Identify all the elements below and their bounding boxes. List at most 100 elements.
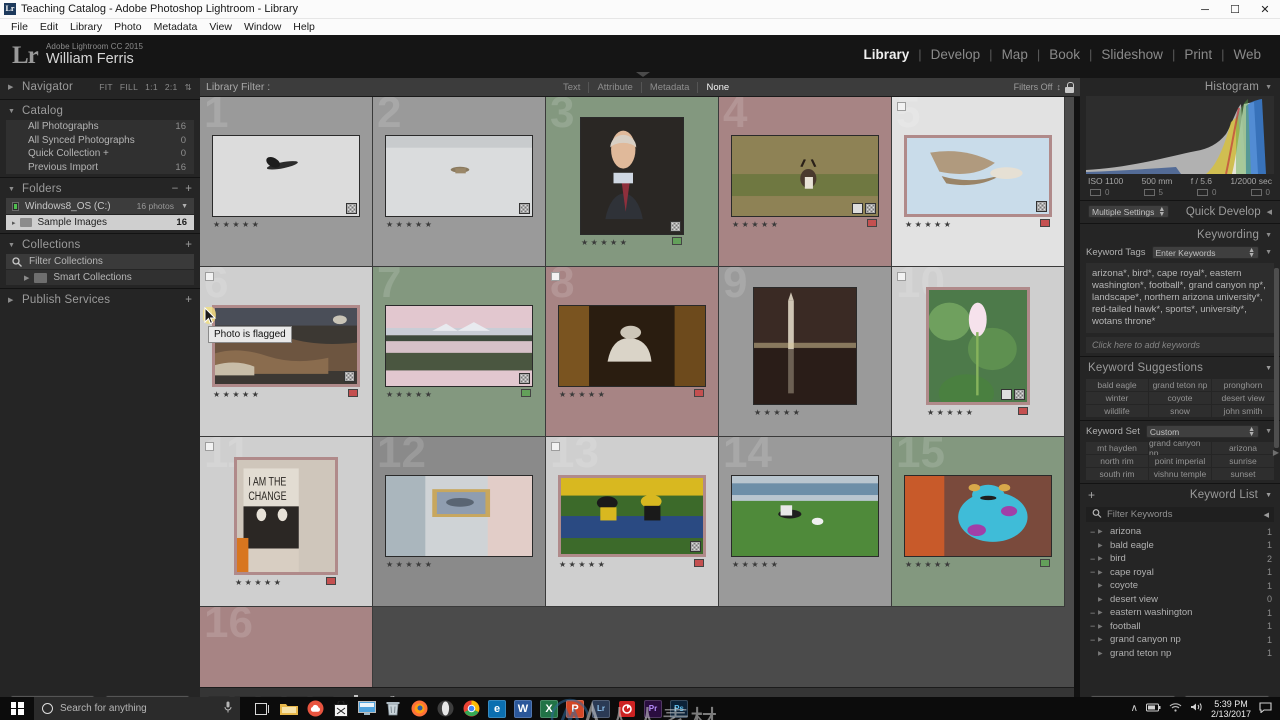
- chevron-down-icon[interactable]: ▼: [1265, 428, 1274, 435]
- keyword-list-row[interactable]: ▶ grand teton np 1: [1080, 647, 1280, 661]
- keyword-collapse-icon[interactable]: −: [1090, 527, 1098, 537]
- stepper-icon[interactable]: ▲ ▼: [1248, 426, 1255, 438]
- folders-header[interactable]: ▼ Folders − +: [0, 180, 200, 198]
- photo-thumbnail[interactable]: [212, 304, 360, 387]
- keyword-list-row[interactable]: − ▶ arizona 1: [1080, 525, 1280, 539]
- thumbnail-wrapper[interactable]: ★★★★★: [385, 474, 533, 569]
- chevron-left-icon[interactable]: ◀: [1267, 208, 1272, 216]
- flag-icon[interactable]: [205, 272, 214, 281]
- catalog-row-quick-collection-[interactable]: Quick Collection + 0: [6, 147, 194, 161]
- grid-cell[interactable]: 6 ★★★★★: [200, 267, 373, 437]
- chevron-right-icon[interactable]: ▸: [12, 219, 16, 227]
- start-button[interactable]: [0, 697, 34, 720]
- chevron-down-icon[interactable]: ▼: [1265, 232, 1272, 239]
- folder-volume-row[interactable]: Windows8_OS (C:) 16 photos ▼: [6, 198, 194, 214]
- star-rating[interactable]: ★★★★★: [385, 560, 533, 569]
- collections-header[interactable]: ▼ Collections +: [0, 236, 200, 254]
- show-hidden-icons-chevron-icon[interactable]: ∧: [1131, 703, 1138, 714]
- star-rating[interactable]: ★★★★★: [731, 560, 879, 569]
- photo-thumbnail[interactable]: [904, 474, 1052, 557]
- photo-thumbnail[interactable]: [904, 134, 1052, 217]
- menu-item-photo[interactable]: Photo: [108, 21, 147, 33]
- navigator-zoom-fit[interactable]: FIT: [99, 82, 113, 92]
- crop-badge-icon[interactable]: [670, 220, 681, 232]
- filter-tab-metadata[interactable]: Metadata: [642, 81, 699, 93]
- taskbar-icon-lightroom[interactable]: Lr: [592, 699, 610, 718]
- taskbar-icon-word[interactable]: W: [514, 699, 532, 718]
- histogram-header[interactable]: Histogram ▼: [1080, 78, 1280, 96]
- keyword-filter-arrow-icon[interactable]: ▶: [1098, 582, 1107, 589]
- keyword-set-item[interactable]: sunset: [1212, 468, 1274, 480]
- microphone-icon[interactable]: [224, 701, 232, 716]
- taskbar-search-input[interactable]: Search for anything: [34, 697, 240, 720]
- taskbar-icon-cloud-app[interactable]: [306, 700, 324, 718]
- keyword-add-field[interactable]: Click here to add keywords: [1086, 337, 1274, 353]
- taskbar-icon-chrome[interactable]: [462, 700, 480, 718]
- taskbar-icon-photoshop[interactable]: Ps: [670, 699, 688, 718]
- keyword-list-row[interactable]: − ▶ football 1: [1080, 620, 1280, 634]
- catalog-header[interactable]: ▼ Catalog: [0, 102, 200, 120]
- preset-dropdown[interactable]: Multiple Settings ▲ ▼: [1088, 205, 1170, 218]
- module-library[interactable]: Library: [854, 47, 918, 62]
- grid-cell[interactable]: 14 ★★★★★: [719, 437, 892, 607]
- star-rating[interactable]: ★★★★★: [580, 238, 684, 247]
- taskbar-icon-file-explorer[interactable]: [280, 700, 298, 718]
- grid-view-area[interactable]: 1 ★★★★★ 2 ★★★★★ 3 ★★★★★ 4 ★★★★★ 5 ★★★★★ 6 ★★★★★ 7 ★★★…: [200, 97, 1074, 687]
- keyword-list-row[interactable]: − ▶ eastern washington 1: [1080, 606, 1280, 620]
- menu-item-edit[interactable]: Edit: [34, 21, 64, 33]
- color-label-badge[interactable]: [521, 388, 531, 397]
- keyword-suggestion-item[interactable]: grand teton np: [1149, 379, 1211, 391]
- grid-cell[interactable]: 2 ★★★★★: [373, 97, 546, 267]
- keyword-tags-mode-dropdown[interactable]: Enter Keywords ▲ ▼: [1151, 246, 1260, 259]
- publish-services-header[interactable]: ▶ Publish Services +: [0, 291, 200, 309]
- collections-add-button[interactable]: +: [185, 239, 192, 251]
- taskbar-clock[interactable]: 5:39 PM 2/13/2017: [1211, 699, 1251, 719]
- folders-remove-button[interactable]: −: [172, 183, 179, 195]
- panel-collapse-arrow-icon[interactable]: ▶: [1273, 448, 1279, 457]
- grid-cell[interactable]: 5 ★★★★★: [892, 97, 1065, 267]
- grid-cell[interactable]: 3 ★★★★★: [546, 97, 719, 267]
- thumbnail-wrapper[interactable]: ★★★★★: [753, 286, 857, 417]
- develop-badge-icon[interactable]: [852, 202, 863, 214]
- keyword-filter-arrow-icon[interactable]: ▶: [1098, 542, 1107, 549]
- grid-cell[interactable]: 12 ★★★★★: [373, 437, 546, 607]
- navigator-zoom-levels[interactable]: FIT FILL 1:1 2:1 ⇅: [99, 82, 192, 93]
- keyword-suggestions-header[interactable]: Keyword Suggestions ▼: [1080, 359, 1280, 377]
- thumbnail-wrapper[interactable]: ★★★★★: [385, 304, 533, 399]
- navigator-stepper-icon[interactable]: ⇅: [185, 82, 192, 93]
- quick-develop-header[interactable]: Multiple Settings ▲ ▼ Quick Develop ◀: [1080, 203, 1280, 220]
- battery-icon[interactable]: [1145, 703, 1161, 715]
- keyword-list-row[interactable]: ▶ coyote 1: [1080, 579, 1280, 593]
- photo-thumbnail[interactable]: [558, 474, 706, 557]
- color-label-badge[interactable]: [867, 218, 877, 227]
- taskbar-icon-camtasia[interactable]: [618, 700, 636, 718]
- flag-icon[interactable]: [897, 102, 906, 111]
- grid-cell[interactable]: 7 ★★★★★: [373, 267, 546, 437]
- navigator-zoom-fill[interactable]: FILL: [120, 82, 138, 92]
- menu-item-file[interactable]: File: [5, 21, 34, 33]
- keyword-filter-arrow-icon[interactable]: ▶: [1098, 650, 1107, 657]
- keyword-list-header[interactable]: + Keyword List ▼: [1080, 486, 1280, 504]
- star-rating[interactable]: ★★★★★: [234, 578, 338, 587]
- photo-thumbnail[interactable]: [731, 474, 879, 557]
- keyword-collapse-icon[interactable]: −: [1090, 621, 1098, 631]
- crop-badge-icon[interactable]: [519, 202, 530, 214]
- taskbar-icon-opera[interactable]: [436, 700, 454, 718]
- wifi-icon[interactable]: [1169, 702, 1182, 715]
- chevron-down-icon[interactable]: ▼: [1265, 249, 1274, 256]
- chevron-left-icon[interactable]: ◀: [1264, 511, 1269, 519]
- thumbnail-wrapper[interactable]: ★★★★★: [731, 474, 879, 569]
- flag-icon[interactable]: [551, 272, 560, 281]
- thumbnail-wrapper[interactable]: I AM THE CHANGE ★★★★★: [234, 456, 338, 587]
- taskbar-icon-premiere[interactable]: Pr: [644, 699, 662, 718]
- module-book[interactable]: Book: [1040, 47, 1089, 62]
- keyword-set-item[interactable]: north rim: [1086, 455, 1148, 467]
- chevron-down-icon[interactable]: ▼: [1265, 84, 1272, 91]
- star-rating[interactable]: ★★★★★: [212, 220, 360, 229]
- photo-thumbnail[interactable]: [580, 116, 684, 235]
- keyword-set-dropdown[interactable]: Custom ▲ ▼: [1145, 425, 1260, 438]
- taskbar-icon-recycle-bin[interactable]: [384, 700, 402, 718]
- keyword-suggestion-item[interactable]: desert view: [1212, 392, 1274, 404]
- keyword-suggestion-item[interactable]: snow: [1149, 405, 1211, 417]
- flag-icon[interactable]: [205, 442, 214, 451]
